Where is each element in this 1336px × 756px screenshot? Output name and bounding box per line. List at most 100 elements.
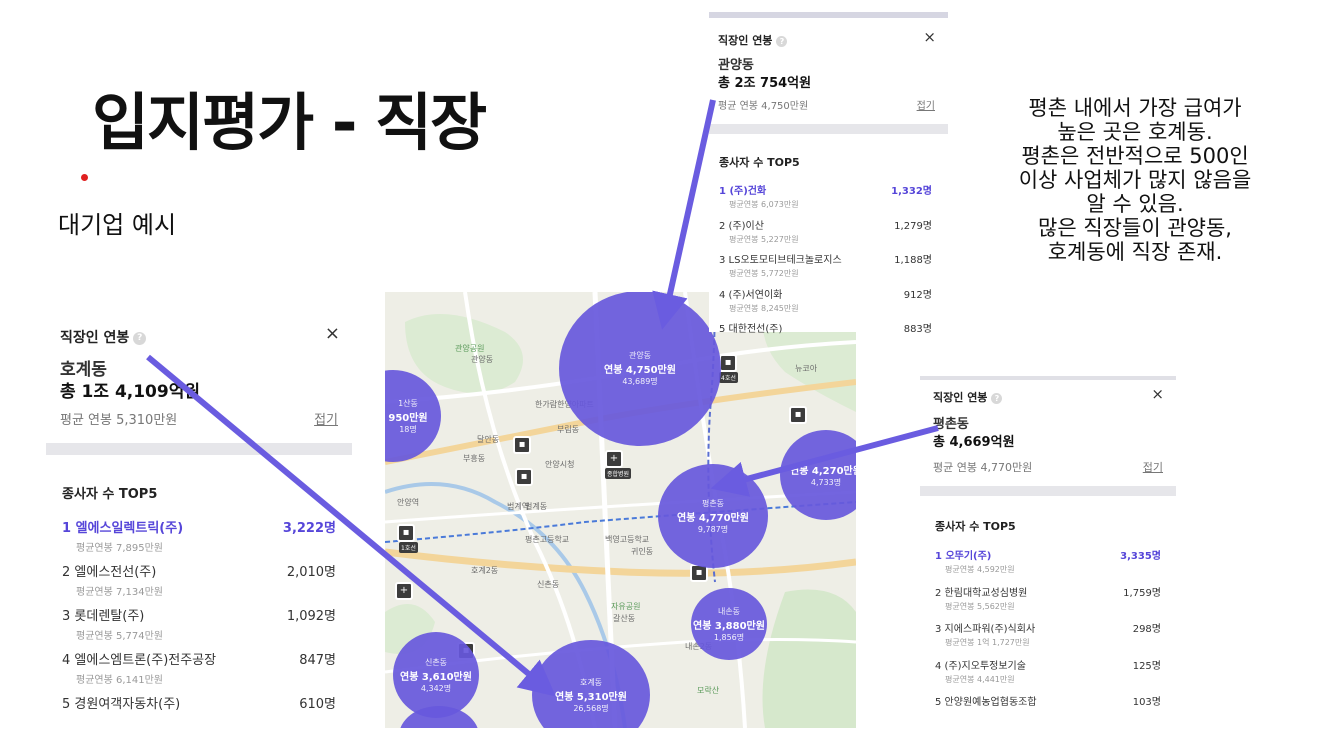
list-item[interactable]: 4 엘에스엠트론(주)전주공장 평균연봉 6,141만원 847명: [62, 649, 336, 693]
bubble-name: 신촌동: [424, 657, 448, 667]
company-salary: 평균연봉 5,562만원: [945, 601, 1015, 611]
bubble-salary: 950만원: [388, 412, 428, 424]
note-line: 높은 곳은 호계동.: [1057, 120, 1213, 144]
building-pin-icon[interactable]: ▪: [513, 436, 531, 454]
card-header: 직장인 연봉?: [933, 389, 1003, 405]
map-label: 모락산: [697, 686, 720, 695]
close-icon[interactable]: ×: [325, 323, 340, 344]
salary-card-gwanyang: 직장인 연봉? × 관양동 총 2조 754억원 평균 연봉 4,750만원 접…: [709, 12, 948, 335]
note-line: 이상 사업체가 많지 않음을: [1018, 168, 1252, 192]
average-salary-row: 평균 연봉 4,770만원 접기: [933, 459, 1163, 475]
map-label: 관양동: [471, 355, 494, 364]
map-label: 안양시청: [545, 460, 575, 469]
slide-subtitle: 대기업 예시: [58, 211, 177, 239]
employee-count: 3,335명: [1120, 551, 1161, 562]
total-salary: 총 2조 754억원: [718, 76, 812, 91]
list-item[interactable]: 2 (주)이산 평균연봉 5,227만원 1,279명: [719, 217, 932, 252]
close-icon[interactable]: ×: [1151, 385, 1164, 403]
list-item[interactable]: 1 엘에스일렉트릭(주) 평균연봉 7,895만원 3,222명: [62, 517, 336, 561]
close-icon[interactable]: ×: [923, 28, 936, 46]
company-name: 4 (주)서연이화: [719, 289, 783, 301]
list-item[interactable]: 1 (주)건화 평균연봉 6,073만원 1,332명: [719, 182, 932, 217]
bubble-count: 9,787명: [697, 524, 729, 534]
help-icon[interactable]: ?: [133, 331, 147, 345]
list-item[interactable]: 2 엘에스전선(주) 평균연봉 7,134만원 2,010명: [62, 561, 336, 605]
employee-count: 610명: [299, 697, 336, 712]
company-salary: 평균연봉 4,592만원: [945, 565, 1015, 574]
map-view[interactable]: 관양공원 관양동 한가람한양아파트 부림동 달안동 부흥동 안양시청 벌계동 평…: [385, 292, 856, 728]
bubble-count: 43,689명: [622, 377, 658, 386]
note-line: 호계동에 직장 존재.: [1047, 240, 1223, 264]
bubble-name: 내손동: [717, 606, 741, 616]
map-label: 부림동: [557, 425, 580, 434]
region-name: 평촌동: [933, 417, 969, 432]
company-salary: 평균연봉 6,073만원: [729, 200, 799, 209]
list-item[interactable]: 3 LS오토모티브테크놀로지스 평균연봉 5,772만원 1,188명: [719, 251, 932, 286]
list-item[interactable]: 5 경원여객자동차(주) 610명: [62, 693, 336, 737]
map-label: 자유공원: [611, 602, 641, 611]
map-strip: [46, 443, 352, 455]
company-salary: 평균연봉 1억 1,727만원: [945, 638, 1030, 647]
region-bubble-pyeongchon[interactable]: 평촌동 연봉 4,770만원 9,787명: [658, 464, 768, 568]
building-pin-icon[interactable]: ▪: [515, 468, 533, 486]
fold-link[interactable]: 접기: [917, 97, 935, 112]
bubble-salary: 연봉 3,610만원: [400, 671, 472, 683]
company-salary: 평균연봉 5,772만원: [729, 269, 799, 278]
region-bubble-naeson[interactable]: 내손동 연봉 3,880만원 1,856명: [691, 588, 767, 660]
hospital-pin-icon[interactable]: +: [395, 582, 413, 600]
explanation-note: 평촌 내에서 가장 급여가 높은 곳은 호계동. 평촌은 전반적으로 500인 …: [990, 96, 1280, 264]
company-name: 4 엘에스엠트론(주)전주공장: [62, 653, 217, 668]
list-item[interactable]: 5 안양원예농업협동조합 103명: [935, 693, 1161, 730]
employee-count: 3,222명: [282, 521, 336, 536]
map-label: 신촌동: [537, 580, 560, 589]
map-strip: [920, 376, 1176, 380]
list-item[interactable]: 5 대한전선(주) 883명: [719, 320, 932, 355]
company-salary: 평균연봉 7,895만원: [76, 543, 164, 554]
help-icon[interactable]: ?: [776, 35, 788, 47]
subway-pin-icon[interactable]: ▪: [719, 354, 737, 372]
company-salary: 평균연봉 5,227만원: [729, 234, 799, 244]
list-item[interactable]: 3 지에스파워(주)식회사 평균연봉 1억 1,727만원 298명: [935, 620, 1161, 657]
map-label: 범계역: [507, 502, 530, 511]
fold-link[interactable]: 접기: [314, 409, 338, 428]
map-label: 부흥동: [463, 454, 486, 463]
note-line: 알 수 있음.: [1086, 192, 1184, 216]
note-line: 많은 직장들이 관양동,: [1038, 216, 1232, 240]
building-pin-icon[interactable]: ▪: [789, 406, 807, 424]
bubble-salary: 연봉 4,750만원: [604, 365, 676, 376]
list-item[interactable]: 2 한림대학교성심병원 평균연봉 5,562만원 1,759명: [935, 584, 1161, 621]
average-salary-row: 평균 연봉 5,310만원 접기: [60, 409, 338, 428]
bubble-count: 4,733명: [810, 478, 842, 487]
top5-title: 종사자 수 TOP5: [719, 156, 800, 169]
company-name: 5 대한전선(주): [719, 324, 783, 335]
top5-list: 1 엘에스일렉트릭(주) 평균연봉 7,895만원 3,222명 2 엘에스전선…: [62, 517, 336, 737]
map-strip: [920, 486, 1176, 496]
employee-count: 1,332명: [891, 186, 932, 197]
bubble-count: 1,856명: [713, 632, 745, 642]
note-line: 평촌은 전반적으로 500인: [1021, 144, 1249, 168]
slide-title: 입지평가 - 직장: [92, 86, 487, 159]
region-bubble-gwanyang[interactable]: 관양동 연봉 4,750만원 43,689명: [559, 292, 721, 446]
hospital-pin-icon[interactable]: +: [605, 450, 623, 468]
help-icon[interactable]: ?: [991, 392, 1003, 404]
card-header-label: 직장인 연봉: [718, 34, 773, 47]
map-label: 귀인동: [631, 547, 654, 556]
list-item[interactable]: 1 오뚜기(주) 평균연봉 4,592만원 3,335명: [935, 547, 1161, 584]
list-item[interactable]: 4 (주)서연이화 평균연봉 8,245만원 912명: [719, 286, 932, 321]
card-header: 직장인 연봉?: [718, 32, 788, 48]
card-header-label: 직장인 연봉: [933, 391, 988, 404]
list-item[interactable]: 4 (주)지오투정보기술 평균연봉 4,441만원 125명: [935, 657, 1161, 694]
company-name: 4 (주)지오투정보기술: [935, 660, 1026, 672]
list-item[interactable]: 3 롯데렌탈(주) 평균연봉 5,774만원 1,092명: [62, 605, 336, 649]
fold-link[interactable]: 접기: [1143, 459, 1163, 475]
company-salary: 평균연봉 8,245만원: [729, 303, 799, 313]
company-salary: 평균연봉 6,141만원: [76, 675, 164, 686]
bubble-name: 평촌동: [701, 498, 725, 508]
map-label: 뉴코아: [795, 364, 818, 373]
total-salary: 총 4,669억원: [933, 435, 1015, 450]
company-name: 5 경원여객자동차(주): [62, 697, 181, 712]
bubble-count: 18명: [399, 424, 417, 434]
company-salary: 평균연봉 5,774만원: [76, 631, 164, 642]
subway-pin-icon[interactable]: ▪: [397, 524, 415, 542]
map-label: 안양역: [397, 498, 420, 507]
